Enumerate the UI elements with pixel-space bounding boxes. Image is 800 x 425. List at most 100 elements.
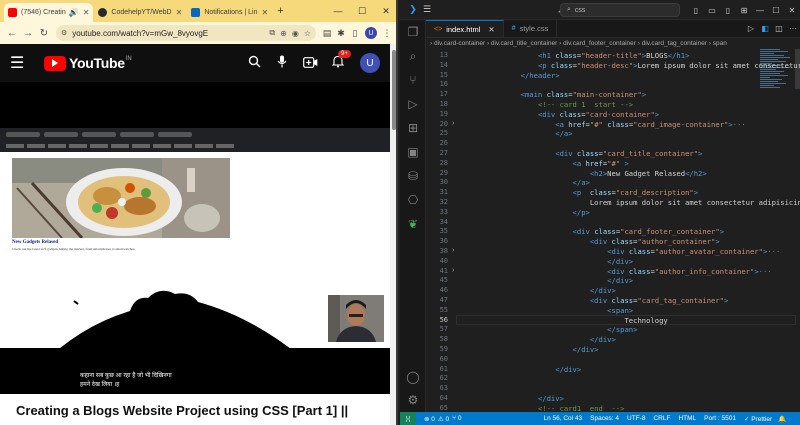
- close-icon[interactable]: ✕: [258, 8, 269, 17]
- bookmark-star-icon[interactable]: ☆: [304, 29, 311, 38]
- code-line: <h2>New Gadget Relased</h2>: [589, 168, 707, 178]
- source-control-icon[interactable]: ⑂: [400, 68, 426, 92]
- warnings-count[interactable]: ⚠ 0: [438, 415, 449, 423]
- maximize-icon[interactable]: ☐: [350, 6, 374, 17]
- open-external-icon[interactable]: ⧉: [269, 28, 275, 38]
- command-center-search[interactable]: ⌕ css: [560, 3, 680, 17]
- more-actions-icon[interactable]: ···: [786, 24, 800, 33]
- notifications-bell-icon[interactable]: 9+: [330, 50, 351, 71]
- code-line: </div>: [589, 335, 616, 345]
- account-icon[interactable]: ◯: [400, 365, 426, 389]
- line-number: 55: [439, 305, 448, 314]
- close-icon[interactable]: ✕: [172, 8, 183, 17]
- search-icon[interactable]: [246, 55, 262, 71]
- menu-icon[interactable]: ☰: [420, 4, 434, 15]
- puzzle-icon[interactable]: ✱: [334, 28, 348, 39]
- close-icon[interactable]: ✕: [79, 8, 90, 17]
- explorer-icon[interactable]: ❐: [400, 20, 426, 44]
- settings-gear-icon[interactable]: ⚙: [400, 388, 426, 412]
- code-line: <div class="author_info_container">···: [607, 266, 772, 276]
- code-line: </div>: [555, 364, 582, 374]
- docker-icon[interactable]: ⎔: [400, 188, 426, 212]
- run-icon[interactable]: ▷: [744, 24, 758, 33]
- video-subtitles: कहाना सब कुछ आ रहा है जो भी दिखिनगा हमने…: [80, 372, 172, 390]
- zoom-icon[interactable]: ⊕: [280, 29, 287, 38]
- microphone-icon[interactable]: [274, 55, 290, 71]
- profile-avatar[interactable]: U: [365, 27, 377, 39]
- line-number: 15: [439, 70, 448, 79]
- fold-chevron-icon[interactable]: ›: [452, 120, 454, 127]
- line-number: 19: [439, 109, 448, 118]
- code-line: <h1 class="header-title">BLOGS</h1>: [537, 51, 690, 60]
- tab-youtube[interactable]: (7546) Creatin 🔊 ✕: [4, 3, 94, 22]
- cursor-position[interactable]: Ln 56, Col 43: [543, 415, 582, 422]
- eye-icon[interactable]: ◉: [292, 29, 299, 38]
- video-player[interactable]: New Gadgets Relased Check out the latest…: [0, 82, 390, 394]
- ports-count[interactable]: ⑂ 0: [452, 415, 461, 422]
- close-window-icon[interactable]: ✕: [374, 6, 396, 17]
- remote-explorer-icon[interactable]: ▣: [400, 140, 426, 164]
- menu-dots-icon[interactable]: ⋮: [380, 28, 394, 39]
- live-preview-icon[interactable]: ◧: [758, 24, 772, 33]
- user-avatar[interactable]: U: [360, 53, 380, 73]
- tab-index-html[interactable]: <> index.html ✕: [426, 20, 504, 37]
- prettier-status[interactable]: ✓ Prettier: [744, 415, 772, 423]
- mongodb-leaf-icon[interactable]: ❦: [400, 212, 426, 236]
- remote-indicator-icon[interactable]: ⟩⟨: [400, 412, 416, 425]
- new-tab-button[interactable]: +: [277, 5, 283, 17]
- close-window-icon[interactable]: ✕: [784, 6, 800, 15]
- back-icon[interactable]: ←: [4, 28, 20, 39]
- code-editor[interactable]: 13 <h1 class="header-title">BLOGS</h1> 14…: [426, 49, 800, 412]
- sidebar-icon[interactable]: ▯: [348, 28, 362, 39]
- layout-secondary-icon[interactable]: ▯: [720, 6, 736, 15]
- encoding[interactable]: UTF-8: [627, 415, 645, 422]
- fold-chevron-icon[interactable]: ›: [452, 267, 454, 274]
- breadcrumb[interactable]: › div.card-container › div.card_title_co…: [426, 38, 800, 49]
- fold-chevron-icon[interactable]: ›: [452, 247, 454, 254]
- indentation[interactable]: Spaces: 4: [590, 415, 619, 422]
- maximize-icon[interactable]: ☐: [768, 6, 784, 15]
- youtube-logo[interactable]: YouTube IN: [44, 55, 132, 71]
- run-debug-icon[interactable]: ▷: [400, 92, 426, 116]
- line-number: 40: [439, 256, 448, 265]
- tab-style-css[interactable]: # style.css: [504, 20, 558, 37]
- site-info-icon[interactable]: ⚙: [61, 29, 67, 37]
- forward-icon[interactable]: →: [20, 28, 36, 39]
- reload-icon[interactable]: ↻: [36, 28, 52, 39]
- omnibox[interactable]: ⚙ youtube.com/watch?v=mGw_8vyovgE ⧉ ⊕ ◉ …: [56, 25, 316, 41]
- tab-linkedin[interactable]: Notifications | Lin ✕: [187, 3, 272, 22]
- scrollbar-thumb[interactable]: [392, 50, 396, 130]
- line-number: 13: [439, 51, 448, 59]
- line-number: 45: [439, 276, 448, 285]
- create-video-icon[interactable]: [302, 56, 318, 71]
- code-line: <div class="card_tag_container">: [589, 296, 729, 305]
- editor-scrollbar[interactable]: [795, 49, 800, 412]
- layout-custom-icon[interactable]: ⊞: [736, 6, 752, 15]
- extensions-icon[interactable]: ⊞: [400, 116, 426, 140]
- video-title: Creating a Blogs Website Project using C…: [16, 403, 349, 418]
- split-editor-icon[interactable]: ◫: [772, 24, 786, 33]
- page-scrollbar[interactable]: [390, 44, 396, 425]
- code-line: </div>: [537, 394, 564, 403]
- code-line: <span>: [607, 305, 634, 315]
- close-icon[interactable]: ✕: [488, 25, 494, 34]
- audio-icon[interactable]: 🔊: [69, 8, 79, 17]
- linkedin-favicon-icon: [191, 8, 201, 17]
- minimize-icon[interactable]: —: [326, 6, 350, 16]
- layout-sidebar-icon[interactable]: ▯: [688, 6, 704, 15]
- database-icon[interactable]: ⛁: [400, 164, 426, 188]
- search-icon[interactable]: ⌕: [400, 44, 426, 68]
- live-server-port[interactable]: Port : 5501: [704, 415, 736, 422]
- extension-icon[interactable]: ▤: [320, 28, 334, 39]
- editor-actions: ▷ ◧ ◫ ···: [744, 20, 800, 37]
- css-file-icon: #: [511, 25, 516, 32]
- line-ending[interactable]: CRLF: [653, 415, 670, 422]
- layout-panel-icon[interactable]: ▭: [704, 6, 720, 15]
- language-mode[interactable]: HTML: [678, 415, 696, 422]
- hamburger-menu-icon[interactable]: ☰: [10, 53, 34, 73]
- errors-count[interactable]: ⊗ 0: [424, 415, 435, 423]
- minimize-icon[interactable]: —: [752, 6, 768, 15]
- notifications-bell-icon[interactable]: 🔔: [778, 415, 786, 423]
- tab-github[interactable]: CodehelpYT/WebD ✕: [94, 3, 186, 22]
- code-line: Lorem ipsum dolor sit amet consectetur a…: [486, 198, 800, 207]
